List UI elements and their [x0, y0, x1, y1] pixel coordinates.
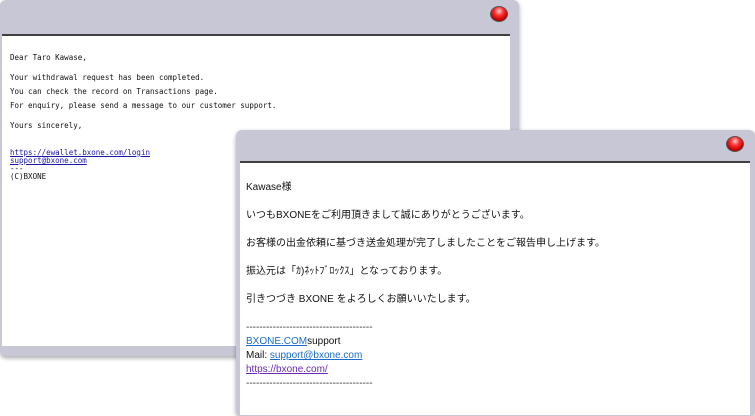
close-icon[interactable] [490, 6, 508, 22]
brand-suffix: support [307, 336, 341, 347]
email-line: 引きつづき BXONE をよろしくお願いいたします。 [246, 294, 476, 305]
window-titlebar[interactable] [236, 130, 755, 160]
email-line: お客様の出金依頼に基づき送金処理が完了しましたことをご報告申し上げます。 [246, 238, 605, 249]
website-link[interactable]: https://bxone.com/ [246, 364, 328, 375]
email-line: Your withdrawal request has been complet… [10, 73, 205, 82]
email-line: For enquiry, please send a message to ou… [10, 101, 277, 110]
brand-link[interactable]: BXONE.COM [246, 336, 307, 347]
email-line: いつもBXONEをご利用頂きまして誠にありがとうございます。 [246, 210, 530, 221]
email-line: You can check the record on Transactions… [10, 87, 218, 96]
email-window-japanese: Kawase様 いつもBXONEをご利用頂きまして誠にありがとうございます。 お… [236, 130, 755, 416]
email-greeting: Dear Taro Kawase, [10, 53, 87, 62]
signature-separator: -------------------------------------- [246, 378, 373, 389]
support-email-link[interactable]: support@bxone.com [270, 350, 362, 361]
signature-separator: -------------------------------------- [246, 322, 373, 333]
mail-label: Mail: [246, 350, 270, 361]
email-greeting: Kawase様 [246, 182, 292, 193]
email-line: 振込元は「ｶ)ﾈｯﾄﾌﾞﾛｯｸｽ」となっております。 [246, 266, 448, 277]
close-icon[interactable] [726, 136, 744, 152]
email-body: Kawase様 いつもBXONEをご利用頂きまして誠にありがとうございます。 お… [240, 161, 750, 415]
window-titlebar[interactable] [0, 0, 519, 34]
